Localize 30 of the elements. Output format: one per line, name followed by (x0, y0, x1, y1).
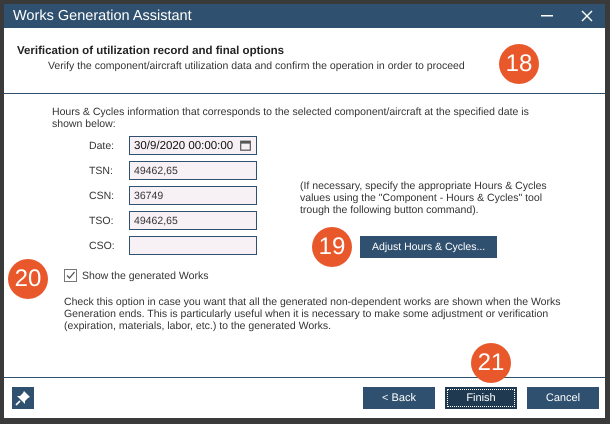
field-label: TSO: (89, 214, 115, 226)
minimize-icon[interactable] (541, 15, 553, 17)
input-field[interactable]: 30/9/2020 00:00:00 (129, 136, 257, 155)
field-label: CSN: (89, 190, 116, 202)
page-title: Verification of utilization record and final options (17, 45, 286, 57)
adjust-button[interactable]: Adjust Hours & Cycles... (360, 236, 498, 258)
input-field[interactable]: 36749 (129, 186, 257, 205)
option-description: Check this option in case you want that all the generated non-dependent works are shown when the Works Generation ends. This is particularly useful when it is necessary to make some adjustment or verification (expiration, materials, labor, etc.) to the generated Works. (64, 296, 562, 332)
step-badge: 20 (8, 259, 48, 299)
intro-text: Hours & Cycles information that corresponds to the selected component/aircraft at the specified date is shown below: (52, 106, 530, 130)
checkbox-label[interactable]: Show the generated Works (82, 270, 208, 282)
window-title: Works Generation Assistant (13, 8, 193, 24)
field-label: CSO: (89, 240, 116, 252)
field-label: TSN: (89, 164, 114, 176)
pin-icon[interactable] (12, 387, 34, 409)
dialog-button[interactable]: Finish (445, 387, 517, 409)
checkbox[interactable] (64, 269, 77, 282)
step-badge: 21 (471, 343, 511, 383)
step-badge: 19 (312, 227, 352, 267)
step-badge: 18 (499, 44, 539, 84)
input-field[interactable]: 49462,65 (129, 161, 257, 180)
input-field[interactable]: 49462,65 (129, 211, 257, 230)
dialog-button[interactable]: Cancel (527, 387, 599, 409)
input-field[interactable] (129, 236, 257, 255)
note-text: (If necessary, specify the appropriate Hours & Cycles values using the "Component - Hours & Cycles" tool trough the following button command). (300, 180, 548, 216)
field-label: Date: (89, 140, 116, 152)
calendar-icon[interactable] (240, 140, 251, 151)
page-subtitle: Verify the component/aircraft utilization data and confirm the operation in order to proceed (48, 60, 465, 72)
dialog-button[interactable]: < Back (363, 387, 435, 409)
close-icon[interactable] (581, 10, 593, 22)
